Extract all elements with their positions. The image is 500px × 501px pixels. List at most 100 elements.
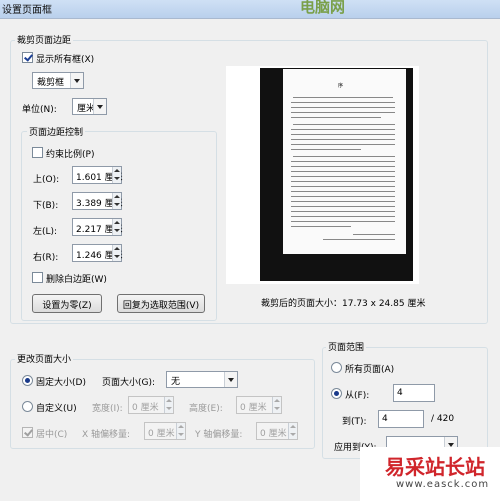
page-size-value: 无 bbox=[171, 377, 181, 387]
height-value: 0 厘米 bbox=[240, 403, 267, 413]
from-page-radio[interactable] bbox=[331, 388, 342, 399]
preview-text-line bbox=[291, 129, 395, 130]
from-page-input[interactable]: 4 bbox=[393, 384, 435, 402]
preview-text-line bbox=[291, 171, 395, 172]
cropped-size-caption: 裁剪后的页面大小：17.73 x 24.85 厘米 bbox=[261, 299, 426, 309]
crop-margins-legend: 裁剪页面边距 bbox=[15, 33, 74, 46]
preview-text-line bbox=[293, 124, 395, 125]
spinner-arrows-icon[interactable] bbox=[272, 397, 281, 413]
unit-select[interactable]: 厘米 bbox=[72, 98, 107, 115]
preview-text-line bbox=[291, 221, 395, 222]
x-offset-value: 0 厘米 bbox=[148, 429, 175, 439]
preview-text-line bbox=[291, 206, 395, 207]
page-size-legend: 更改页面大小 bbox=[15, 352, 74, 365]
preview-text-line bbox=[291, 176, 395, 177]
left-margin-spinner[interactable]: 2.217 厘米 bbox=[72, 218, 123, 236]
bottom-margin-spinner[interactable]: 3.389 厘米 bbox=[72, 192, 123, 210]
preview-text-line bbox=[291, 211, 395, 212]
title-bar: 设置页面框 电脑网 bbox=[0, 0, 500, 18]
right-margin-spinner[interactable]: 1.246 厘米 bbox=[72, 244, 123, 262]
center-checkbox[interactable] bbox=[22, 427, 33, 438]
spinner-arrows-icon[interactable] bbox=[112, 245, 121, 261]
y-offset-label: Y 轴偏移量: bbox=[195, 430, 243, 440]
preview-heading: 序 bbox=[338, 83, 344, 89]
preview-text-line bbox=[291, 112, 395, 113]
preview-text-line bbox=[291, 196, 395, 197]
revert-to-selection-button[interactable]: 回复为选取范围(V) bbox=[117, 294, 205, 313]
preview-text-line bbox=[323, 239, 395, 240]
box-type-value: 裁剪框 bbox=[37, 78, 65, 88]
preview-text-line bbox=[291, 102, 395, 103]
width-label: 宽度(I): bbox=[92, 404, 123, 414]
y-offset-spinner[interactable]: 0 厘米 bbox=[256, 422, 298, 440]
total-pages-label: / 420 bbox=[431, 414, 455, 424]
spinner-arrows-icon[interactable] bbox=[112, 167, 121, 183]
watermark-url: www.easck.com bbox=[396, 479, 490, 490]
show-all-boxes-checkbox[interactable] bbox=[22, 52, 33, 63]
preview-text-line bbox=[291, 161, 395, 162]
chevron-down-icon bbox=[93, 99, 106, 114]
chevron-down-icon bbox=[224, 372, 237, 387]
remove-white-margins-checkbox[interactable] bbox=[32, 272, 43, 283]
y-offset-value: 0 厘米 bbox=[260, 429, 287, 439]
page-size-select[interactable]: 无 bbox=[166, 371, 238, 388]
height-label: 高度(E): bbox=[189, 404, 223, 414]
width-spinner[interactable]: 0 厘米 bbox=[128, 396, 174, 414]
preview-text-line bbox=[291, 191, 395, 192]
preview-text-line bbox=[291, 144, 395, 145]
fixed-size-label: 固定大小(D) bbox=[36, 378, 86, 388]
preview-text-line bbox=[291, 226, 351, 227]
fixed-size-radio[interactable] bbox=[22, 375, 33, 386]
top-margin-spinner[interactable]: 1.601 厘米 bbox=[72, 166, 123, 184]
preview-text-line bbox=[293, 156, 395, 157]
page-range-legend: 页面范围 bbox=[326, 340, 367, 353]
preview-text-line bbox=[291, 186, 395, 187]
site-logo-text: 电脑网 bbox=[300, 0, 346, 16]
set-to-zero-button[interactable]: 设置为零(Z) bbox=[32, 294, 102, 313]
preview-text-line bbox=[291, 201, 395, 202]
custom-size-label: 自定义(U) bbox=[36, 404, 77, 414]
remove-white-margins-label: 删除白边距(W) bbox=[46, 275, 107, 285]
bottom-margin-label: 下(B): bbox=[33, 201, 59, 211]
all-pages-radio[interactable] bbox=[331, 362, 342, 373]
preview-text-line bbox=[291, 149, 361, 150]
height-spinner[interactable]: 0 厘米 bbox=[236, 396, 282, 414]
custom-size-radio[interactable] bbox=[22, 401, 33, 412]
preview-page-content: 序 bbox=[283, 69, 406, 254]
spinner-arrows-icon[interactable] bbox=[112, 219, 121, 235]
preview-text-line bbox=[291, 216, 395, 217]
preview-text-line bbox=[291, 139, 395, 140]
page-size-select-label: 页面大小(G): bbox=[102, 378, 156, 388]
margin-control-legend: 页面边距控制 bbox=[27, 125, 86, 138]
right-margin-label: 右(R): bbox=[33, 253, 59, 263]
preview-text-line bbox=[353, 234, 395, 235]
x-offset-label: X 轴偏移量: bbox=[82, 430, 131, 440]
spinner-arrows-icon[interactable] bbox=[288, 423, 297, 439]
to-page-input[interactable]: 4 bbox=[378, 410, 424, 428]
window-title: 设置页面框 bbox=[2, 5, 52, 16]
spinner-arrows-icon[interactable] bbox=[112, 193, 121, 209]
watermark-logo-text: 易采站长站 bbox=[385, 455, 485, 479]
constrain-proportions-checkbox[interactable] bbox=[32, 147, 43, 158]
center-label: 居中(C) bbox=[36, 430, 68, 440]
spinner-arrows-icon[interactable] bbox=[176, 423, 185, 439]
left-margin-label: 左(L): bbox=[33, 227, 58, 237]
to-page-label: 到(T): bbox=[342, 417, 367, 427]
from-page-label: 从(F): bbox=[345, 391, 370, 401]
unit-label: 单位(N): bbox=[22, 105, 57, 115]
x-offset-spinner[interactable]: 0 厘米 bbox=[144, 422, 186, 440]
preview-text-line bbox=[291, 134, 395, 135]
preview-text-line bbox=[291, 166, 395, 167]
spinner-arrows-icon[interactable] bbox=[164, 397, 173, 413]
preview-text-line bbox=[291, 117, 381, 118]
show-all-boxes-label: 显示所有框(X) bbox=[36, 55, 95, 65]
width-value: 0 厘米 bbox=[132, 403, 159, 413]
preview-text-line bbox=[293, 97, 393, 98]
preview-text-line bbox=[291, 107, 395, 108]
top-margin-label: 上(O): bbox=[33, 175, 60, 185]
constrain-proportions-label: 约束比例(P) bbox=[46, 150, 95, 160]
preview-text-line bbox=[291, 181, 395, 182]
box-type-select[interactable]: 裁剪框 bbox=[32, 72, 84, 89]
all-pages-label: 所有页面(A) bbox=[345, 365, 395, 375]
chevron-down-icon bbox=[70, 73, 83, 88]
